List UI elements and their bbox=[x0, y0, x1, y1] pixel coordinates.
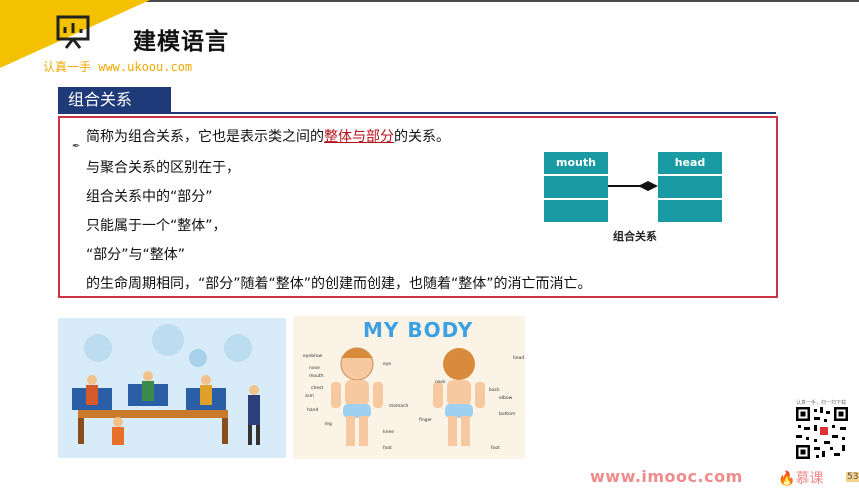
body-label: hand bbox=[307, 408, 319, 413]
footer-brand: 🔥慕课 bbox=[778, 471, 824, 487]
content-line-5: “部分”与“整体” bbox=[86, 247, 186, 263]
body-label: elbow bbox=[499, 396, 513, 401]
team-illustration-image bbox=[58, 318, 286, 458]
content-line-1: 简称为组合关系，它也是表示类之间的整体与部分的关系。 bbox=[86, 126, 450, 146]
body-label: nose bbox=[309, 366, 320, 371]
body-label: bottom bbox=[499, 412, 516, 417]
body-label: eyebrow bbox=[303, 354, 323, 359]
composition-arrow-icon bbox=[608, 181, 658, 191]
body-label: foot bbox=[383, 446, 392, 451]
content-line-6: 的生命周期相同，“部分”随着“整体”的创建而创建，也随着“整体”的消亡而消亡。 bbox=[86, 276, 592, 292]
class-box-head: head bbox=[658, 152, 722, 222]
body-label: stomach bbox=[389, 404, 409, 409]
body-label: finger bbox=[419, 418, 433, 423]
content-line-3: 组合关系中的“部分” bbox=[86, 189, 213, 205]
body-label: back bbox=[489, 388, 500, 393]
content-line-4: 只能属于一个“整体”， bbox=[86, 218, 227, 234]
class-name-mouth: mouth bbox=[544, 152, 608, 176]
page-number: 53 bbox=[846, 472, 859, 482]
content-line-2: 与聚合关系的区别在于， bbox=[86, 160, 240, 176]
my-body-chart-image: MY BODY eyebrow eye nose mouth chest arm… bbox=[293, 316, 525, 459]
section-divider bbox=[58, 112, 776, 114]
body-label: foot bbox=[491, 446, 500, 451]
section-label: 组合关系 bbox=[58, 87, 171, 113]
pen-cursor-icon: ✒ bbox=[72, 141, 81, 152]
watermark-slogan: 认真一手 www.ukoou.com bbox=[43, 60, 193, 74]
body-label: chest bbox=[311, 386, 324, 391]
qr-code-icon bbox=[794, 405, 850, 461]
child-back-figure bbox=[433, 348, 485, 446]
body-label: leg bbox=[325, 422, 332, 427]
class-box-mouth: mouth bbox=[544, 152, 608, 222]
body-label: mouth bbox=[309, 374, 324, 379]
footer-site-url: www.imooc.com bbox=[590, 467, 743, 486]
presentation-icon bbox=[56, 15, 90, 49]
body-label: knee bbox=[383, 430, 394, 435]
body-label: head bbox=[513, 356, 525, 361]
composition-diagram: mouth head 组合关系 bbox=[540, 150, 730, 245]
body-label: neck bbox=[435, 380, 446, 385]
line1-text-b: 的关系。 bbox=[394, 129, 450, 145]
class-name-head: head bbox=[658, 152, 722, 176]
highlight-term: 整体与部分 bbox=[324, 129, 394, 145]
slide-title: 建模语言 bbox=[133, 29, 229, 55]
body-label: arm bbox=[305, 394, 314, 399]
footer-brand-text: 慕课 bbox=[795, 471, 824, 487]
child-front-figure bbox=[331, 347, 383, 446]
diagram-caption: 组合关系 bbox=[613, 230, 657, 243]
line1-text-a: 简称为组合关系，它也是表示类之间的 bbox=[86, 129, 324, 145]
body-label: eye bbox=[383, 362, 392, 367]
